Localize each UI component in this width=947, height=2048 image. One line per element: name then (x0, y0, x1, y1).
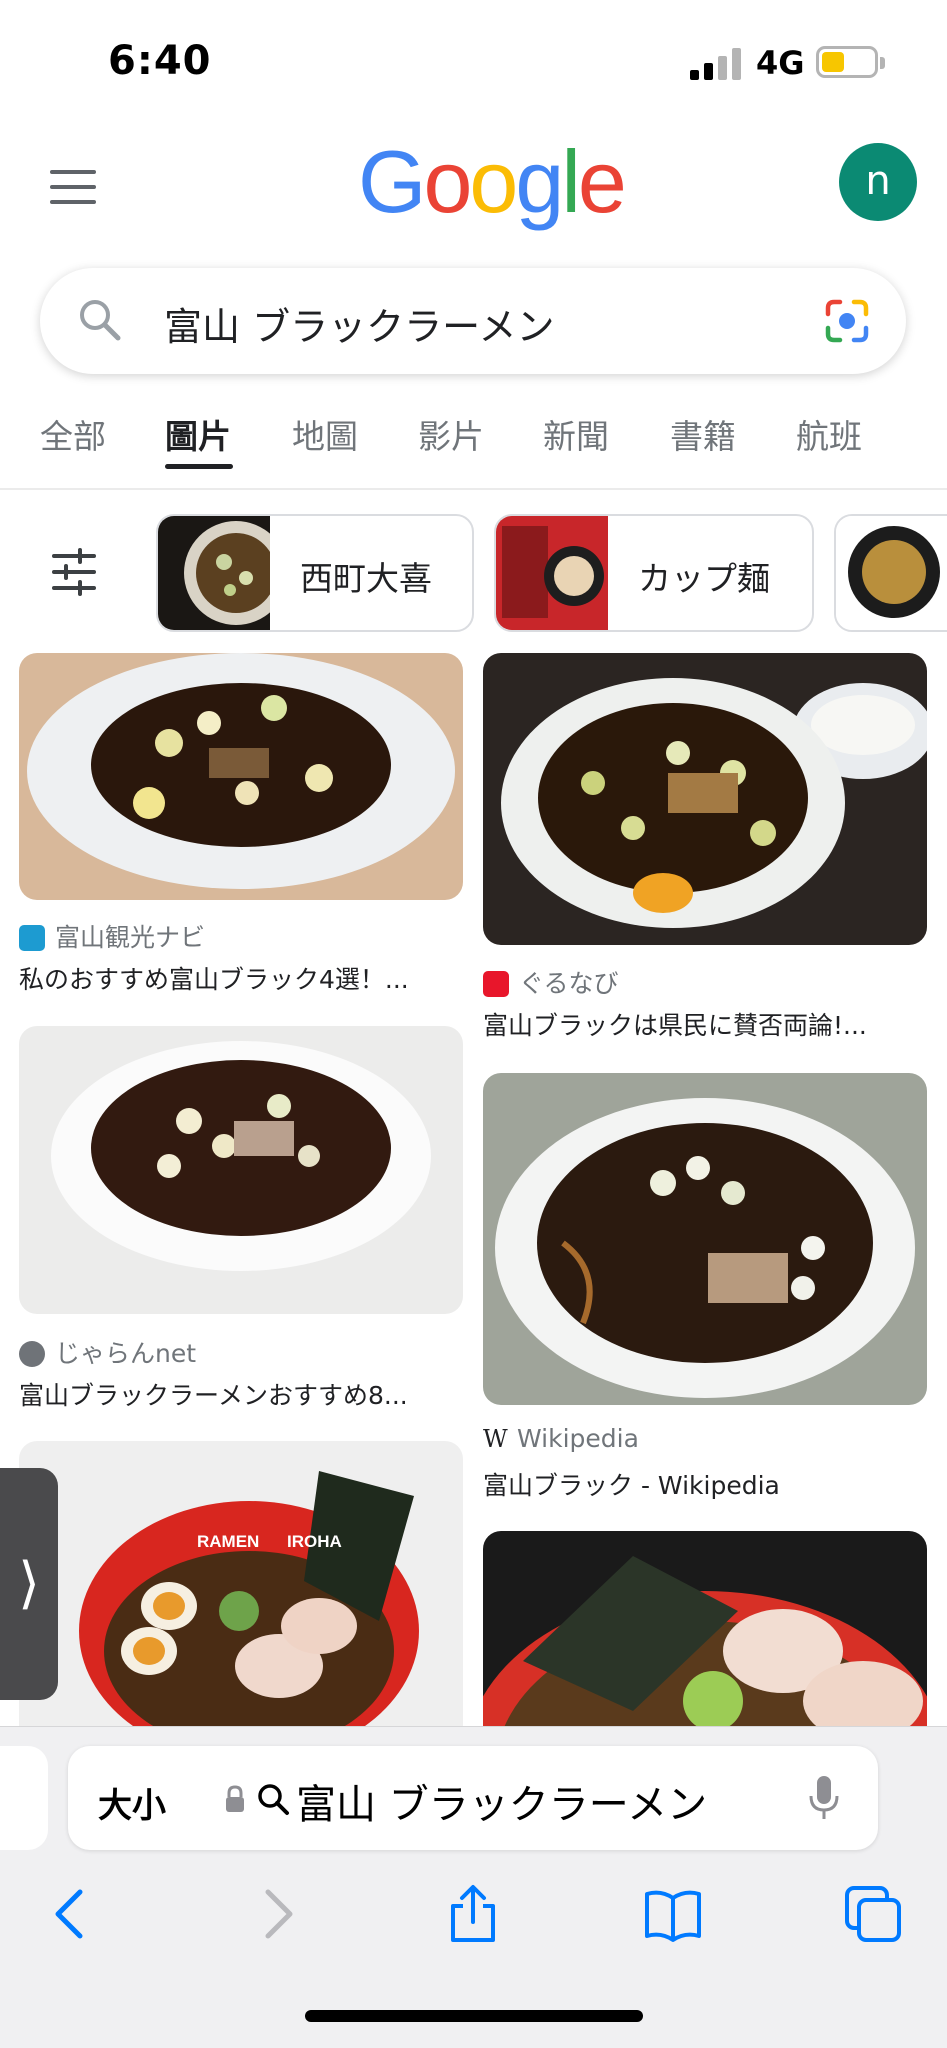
chevron-left-icon[interactable] (42, 1884, 102, 1944)
tabs-divider (0, 488, 947, 490)
chip-label: 西町大喜 (300, 559, 432, 598)
share-icon[interactable] (443, 1884, 503, 1944)
result-image-4[interactable] (483, 1073, 927, 1405)
chip-cup-noodle[interactable]: カップ麺 (494, 514, 814, 632)
lock-icon (226, 1785, 244, 1812)
tab-images[interactable]: 圖片 (165, 410, 231, 458)
previous-tab-preview[interactable] (0, 1746, 48, 1850)
search-icon (258, 1784, 289, 1815)
chevron-right-icon[interactable] (246, 1884, 306, 1944)
url-text[interactable]: 富山 ブラックラーメン (296, 1772, 707, 1830)
tab-news[interactable]: 新聞 (543, 410, 609, 458)
tab-all[interactable]: 全部 (40, 410, 106, 458)
cellular-signal-icon (690, 46, 742, 80)
site-favicon-icon (19, 925, 45, 951)
result-image-6[interactable] (483, 1531, 927, 1726)
chip-thumbnail (496, 516, 608, 630)
result-source-3: じゃらんnet (19, 1334, 196, 1370)
chip-nishicho-taiki[interactable]: 西町大喜 (156, 514, 474, 632)
chevron-right-icon: ⟩ (18, 1551, 40, 1616)
result-title-3[interactable]: 富山ブラックラーメンおすすめ8... (19, 1376, 459, 1412)
camera-lens-icon[interactable] (822, 296, 872, 346)
network-type: 4G (756, 44, 805, 82)
active-tab-indicator (165, 464, 233, 469)
result-source-4: W Wikipedia (483, 1424, 639, 1453)
account-avatar[interactable]: n (839, 143, 917, 221)
book-icon[interactable] (643, 1884, 703, 1944)
status-time: 6:40 (108, 38, 212, 84)
search-query-input[interactable]: 富山 ブラックラーメン (164, 296, 555, 351)
home-indicator[interactable] (305, 2010, 643, 2022)
search-icon[interactable] (76, 296, 124, 344)
result-source-1: 富山観光ナビ (19, 918, 205, 954)
battery-icon (816, 46, 885, 78)
bowl-brand-left: RAMEN (197, 1532, 259, 1551)
globe-icon (19, 1341, 45, 1367)
result-title-4[interactable]: 富山ブラック - Wikipedia (483, 1466, 923, 1502)
tab-books[interactable]: 書籍 (670, 410, 736, 458)
tab-maps[interactable]: 地圖 (292, 410, 358, 458)
side-panel-handle[interactable]: ⟩ (0, 1468, 58, 1700)
microphone-icon[interactable] (808, 1774, 840, 1822)
result-image-3[interactable] (19, 1026, 463, 1314)
result-title-1[interactable]: 私のおすすめ富山ブラック4選！... (19, 960, 459, 996)
chip-thumbnail (158, 516, 270, 630)
search-type-tabs: 全部 圖片 地圖 影片 新聞 書籍 航班 (0, 410, 947, 490)
tune-filter-icon[interactable] (50, 548, 98, 596)
search-box[interactable]: 富山 ブラックラーメン (40, 268, 906, 374)
address-bar[interactable]: 大小 富山 ブラックラーメン (68, 1746, 878, 1850)
result-source-2: ぐるなび (483, 964, 619, 1000)
site-favicon-icon (483, 971, 509, 997)
status-bar: 6:40 4G (0, 0, 947, 120)
result-image-5[interactable]: RAMEN IROHA (19, 1441, 463, 1726)
google-logo[interactable]: Google (358, 138, 627, 226)
bowl-brand-right: IROHA (287, 1532, 342, 1551)
result-image-2[interactable] (483, 653, 927, 945)
text-size-button[interactable]: 大小 (98, 1778, 166, 1827)
tabs-icon[interactable] (843, 1884, 903, 1944)
result-image-1[interactable] (19, 653, 463, 900)
hamburger-menu-icon[interactable] (50, 170, 96, 204)
chip-more[interactable] (834, 514, 947, 632)
result-title-2[interactable]: 富山ブラックは県民に賛否両論!... (483, 1006, 923, 1042)
wikipedia-icon: W (483, 1425, 508, 1453)
tab-flights[interactable]: 航班 (796, 410, 862, 458)
chip-thumbnail (836, 516, 947, 630)
chip-label: カップ麺 (638, 559, 770, 598)
tab-videos[interactable]: 影片 (418, 410, 484, 458)
